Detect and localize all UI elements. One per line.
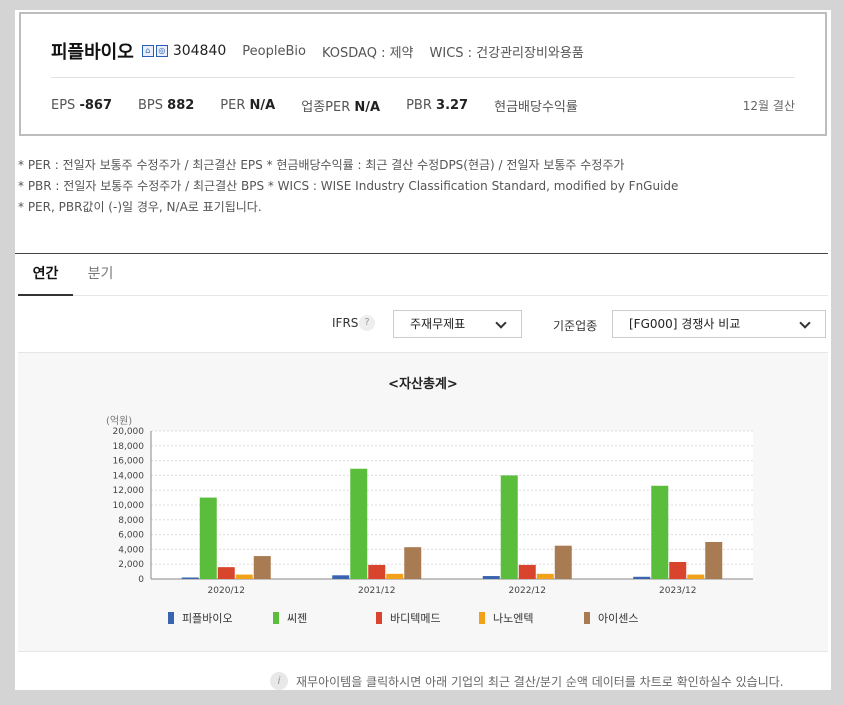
legend-label: 피플바이오	[182, 612, 233, 625]
y-tick-label: 18,000	[113, 442, 145, 452]
bar	[235, 574, 253, 579]
chevron-down-icon	[495, 317, 507, 329]
bar	[633, 576, 651, 579]
footnotes: * PER : 전일자 보통주 수정주가 / 최근결산 EPS * 현금배당수익…	[18, 155, 678, 218]
bar	[500, 475, 518, 579]
info-notice: i 재무아이템을 클릭하시면 아래 기업의 최근 결산/분기 순액 데이터를 차…	[270, 672, 784, 690]
legend-label: 아이센스	[598, 612, 638, 625]
y-tick-label: 20,000	[113, 427, 145, 437]
stat-dividend-yield: 현금배당수익률	[494, 100, 578, 115]
legend-label: 씨젠	[287, 612, 307, 625]
bar	[350, 468, 368, 579]
company-header: 피플바이오 ⌂ ◎ 304840 PeopleBio KOSDAQ : 제약 W…	[19, 12, 827, 136]
company-english-name: PeopleBio	[242, 43, 306, 59]
stat-per: PER N/A	[220, 98, 276, 113]
y-tick-label: 8,000	[118, 516, 144, 526]
bar	[705, 542, 723, 579]
x-tick-label: 2021/12	[358, 586, 395, 596]
bar	[217, 567, 235, 579]
legend-swatch	[273, 612, 279, 624]
bar	[518, 564, 536, 579]
info-text: 재무아이템을 클릭하시면 아래 기업의 최근 결산/분기 순액 데이터를 차트로…	[296, 674, 784, 689]
bar	[651, 485, 669, 579]
stat-pbr: PBR 3.27	[406, 98, 469, 113]
info-icon: i	[270, 672, 288, 690]
y-tick-label: 2,000	[118, 560, 144, 570]
bar	[669, 561, 687, 579]
tab-quarterly[interactable]: 분기	[78, 254, 123, 296]
settlement-month: 12월 결산	[742, 99, 795, 113]
legend-label: 나노엔텍	[493, 612, 533, 625]
legend-swatch	[168, 612, 174, 624]
y-tick-label: 16,000	[113, 457, 145, 467]
chart-panel: <자산총계> (억원) 0 2,000 4,000 6,000 8,000 10,000 12…	[18, 352, 828, 652]
bar	[554, 545, 572, 579]
bar	[199, 497, 217, 579]
y-tick-label: 14,000	[113, 471, 145, 481]
x-tick-label: 2020/12	[208, 586, 245, 596]
footnote: * PER : 전일자 보통주 수정주가 / 최근결산 EPS * 현금배당수익…	[18, 158, 625, 172]
market-info: KOSDAQ : 제약	[321, 45, 414, 61]
legend-swatch	[584, 612, 590, 624]
legend-swatch	[479, 612, 485, 624]
footnote: * PBR : 전일자 보통주 수정주가 / 최근결산 BPS * WICS :…	[18, 179, 679, 193]
x-tick-label: 2022/12	[509, 586, 546, 596]
stat-industry-per: 업종PER N/A	[301, 100, 381, 115]
stat-eps: EPS -867	[51, 98, 112, 113]
asset-total-bar-chart: (억원) 0 2,000 4,000 6,000 8,000 10,000 12,000 14,…	[106, 415, 753, 625]
industry-label: 기준업종	[553, 319, 598, 333]
statement-type-select[interactable]: 주재무제표	[393, 310, 522, 338]
footnote: * PER, PBR값이 (-)일 경우, N/A로 표기됩니다.	[18, 200, 262, 214]
bar	[181, 577, 199, 579]
chart-controls: IFRS ? 주재무제표 기준업종 [FG000] 경쟁사 비교	[0, 310, 844, 338]
ir-icon[interactable]: ◎	[155, 45, 168, 57]
x-tick-label: 2023/12	[659, 586, 696, 596]
ifrs-label: IFRS	[332, 316, 359, 330]
industry-select[interactable]: [FG000] 경쟁사 비교	[612, 310, 826, 338]
period-tabs: 연간 분기	[18, 254, 828, 296]
bar	[386, 573, 404, 579]
stock-code: 304840	[172, 43, 227, 59]
y-tick-label: 10,000	[113, 501, 145, 511]
industry-select-value: [FG000] 경쟁사 비교	[629, 317, 741, 331]
y-tick-label: 12,000	[113, 486, 145, 496]
legend-label: 바디텍메드	[390, 612, 441, 625]
legend-swatch	[376, 612, 382, 624]
stat-bps: BPS 882	[138, 98, 195, 113]
statement-type-value: 주재무제표	[410, 317, 466, 331]
chevron-down-icon	[799, 317, 811, 329]
bar	[536, 573, 554, 579]
company-name: 피플바이오	[51, 42, 134, 63]
tab-annual[interactable]: 연간	[18, 254, 73, 296]
y-tick-label: 6,000	[118, 531, 144, 541]
bar	[332, 575, 350, 579]
header-divider	[51, 77, 795, 78]
bar	[404, 547, 422, 579]
bar	[253, 556, 271, 579]
bar	[687, 574, 705, 579]
y-tick-label: 0	[138, 575, 144, 585]
y-axis-unit-label: (억원)	[106, 415, 132, 427]
home-icon[interactable]: ⌂	[141, 45, 154, 57]
help-icon[interactable]: ?	[359, 315, 375, 331]
bar	[482, 576, 500, 579]
bar	[368, 564, 386, 579]
wics-info: WICS : 건강관리장비와용품	[429, 45, 584, 61]
y-tick-label: 4,000	[118, 545, 144, 555]
